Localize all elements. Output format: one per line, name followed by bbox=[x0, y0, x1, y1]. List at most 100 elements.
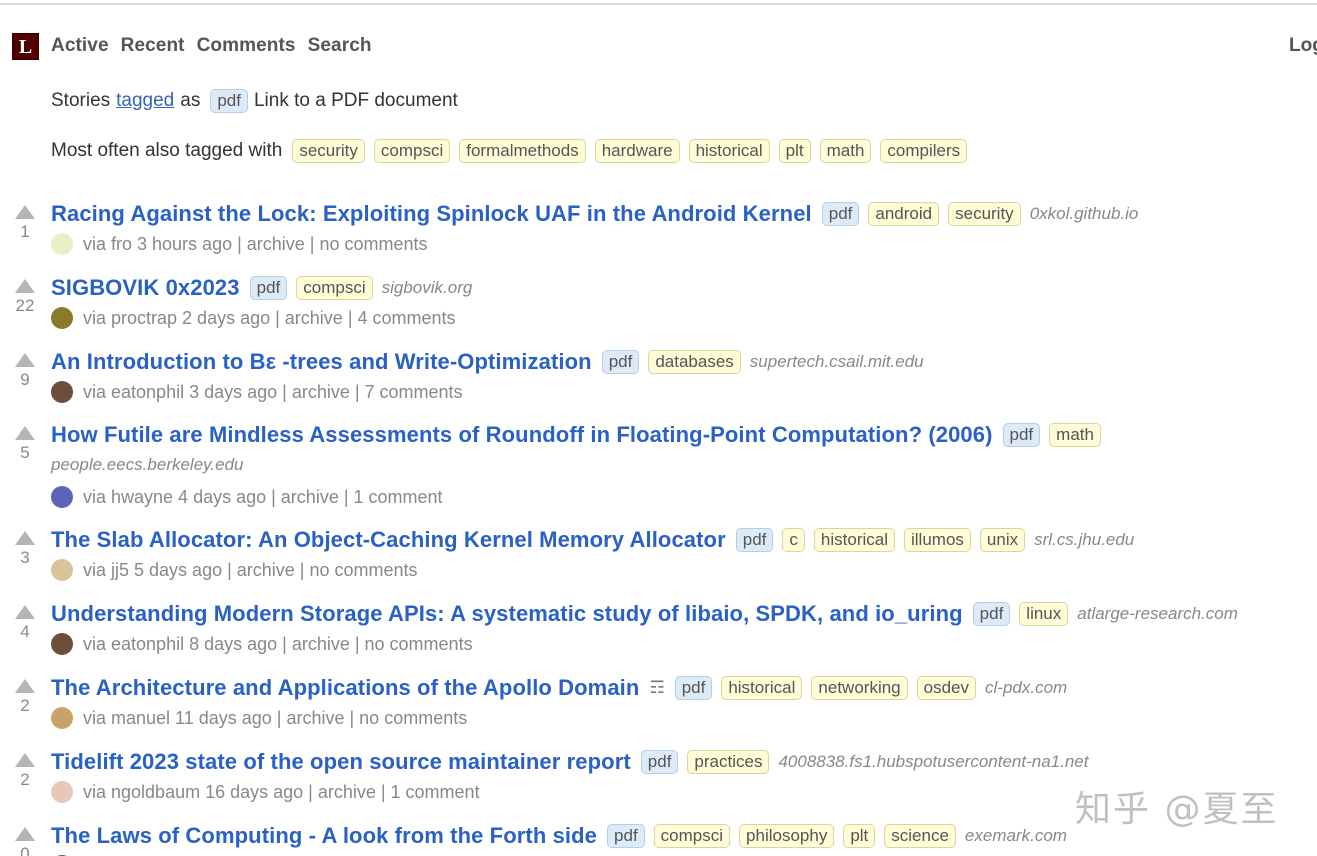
tag-android[interactable]: android bbox=[868, 202, 940, 226]
story-domain[interactable]: exemark.com bbox=[965, 826, 1067, 846]
story-title-line: Racing Against the Lock: Exploiting Spin… bbox=[51, 201, 1138, 227]
story-byline: via manuel 11 days ago | archive | no co… bbox=[51, 707, 467, 729]
tag-compsci[interactable]: compsci bbox=[296, 276, 373, 300]
user-avatar[interactable] bbox=[51, 633, 73, 655]
upvote-arrow-icon[interactable] bbox=[15, 426, 35, 440]
story-byline: via hwayne 4 days ago | archive | 1 comm… bbox=[51, 486, 443, 508]
story-byline: via eatonphil 8 days ago | archive | no … bbox=[51, 633, 473, 655]
tag-historical[interactable]: historical bbox=[688, 139, 770, 163]
byline-text: via eatonphil 8 days ago | archive | no … bbox=[83, 633, 473, 654]
tag-hardware[interactable]: hardware bbox=[594, 139, 680, 163]
tag-security[interactable]: security bbox=[948, 202, 1021, 226]
site-logo[interactable]: L bbox=[12, 33, 39, 60]
tagged-link[interactable]: tagged bbox=[116, 90, 174, 112]
story-domain[interactable]: 0xkol.github.io bbox=[1030, 204, 1139, 224]
story-domain[interactable]: srl.cs.jhu.edu bbox=[1034, 530, 1134, 550]
byline-text: via manuel 11 days ago | archive | no co… bbox=[83, 707, 468, 728]
tag-historical[interactable]: historical bbox=[721, 676, 803, 700]
tag-pdf[interactable]: pdf bbox=[972, 602, 1011, 626]
tag-networking[interactable]: networking bbox=[811, 676, 908, 700]
byline-text: via ngoldbaum 16 days ago | archive | 1 … bbox=[83, 781, 480, 802]
story-domain[interactable]: sigbovik.org bbox=[382, 278, 473, 298]
story-title-link[interactable]: Understanding Modern Storage APIs: A sys… bbox=[51, 601, 963, 627]
story-title-link[interactable]: Tidelift 2023 state of the open source m… bbox=[51, 749, 631, 775]
watermark: 知乎 @夏至 bbox=[1075, 789, 1279, 830]
tag-linux[interactable]: linux bbox=[1019, 602, 1069, 626]
user-avatar[interactable] bbox=[51, 307, 73, 329]
tag-compsci[interactable]: compsci bbox=[373, 139, 451, 163]
tag-pdf[interactable]: pdf bbox=[1002, 423, 1041, 447]
tag-formalmethods[interactable]: formalmethods bbox=[459, 139, 586, 163]
byline-text: via proctrap 2 days ago | archive | 4 co… bbox=[83, 307, 456, 328]
tag-compilers[interactable]: compilers bbox=[880, 139, 968, 163]
user-avatar[interactable] bbox=[51, 233, 73, 255]
related-tags: Most often also tagged with security comp… bbox=[51, 139, 976, 163]
tag-security[interactable]: security bbox=[292, 139, 365, 163]
story-title-link[interactable]: Racing Against the Lock: Exploiting Spin… bbox=[51, 201, 812, 227]
tag-historical[interactable]: historical bbox=[813, 528, 895, 552]
tag-pdf[interactable]: pdf bbox=[640, 750, 679, 774]
vote-area: 1 bbox=[14, 201, 36, 242]
tag-osdev[interactable]: osdev bbox=[916, 676, 977, 700]
tag-practices[interactable]: practices bbox=[687, 750, 770, 774]
tag-description: Stories tagged as pdf Link to a PDF docu… bbox=[51, 89, 458, 113]
upvote-arrow-icon[interactable] bbox=[15, 679, 35, 693]
tag-compsci[interactable]: compsci bbox=[653, 824, 731, 848]
story-domain[interactable]: cl-pdx.com bbox=[985, 678, 1067, 698]
story-byline: via fro 3 hours ago | archive | no comme… bbox=[51, 233, 428, 255]
user-avatar[interactable] bbox=[51, 559, 73, 581]
user-avatar[interactable] bbox=[51, 381, 73, 403]
nav-comments[interactable]: Comments bbox=[197, 35, 296, 57]
related-tag-list: security compsci formalmethods hardware hist… bbox=[292, 139, 976, 163]
nav-recent[interactable]: Recent bbox=[121, 35, 185, 57]
current-tag[interactable]: pdf bbox=[210, 89, 248, 113]
story-title-link[interactable]: The Laws of Computing - A look from the … bbox=[51, 823, 597, 849]
story-domain[interactable]: 4008838.fs1.hubspotusercontent-na1.net bbox=[778, 752, 1088, 772]
upvote-arrow-icon[interactable] bbox=[15, 205, 35, 219]
login-link[interactable]: Login bbox=[1289, 35, 1317, 57]
tag-pdf[interactable]: pdf bbox=[735, 528, 774, 552]
tag-math[interactable]: math bbox=[819, 139, 872, 163]
tag-philosophy[interactable]: philosophy bbox=[739, 824, 835, 848]
upvote-arrow-icon[interactable] bbox=[15, 353, 35, 367]
intro-as: as bbox=[180, 90, 201, 111]
story-domain[interactable]: supertech.csail.mit.edu bbox=[750, 352, 924, 372]
nav-active[interactable]: Active bbox=[51, 35, 109, 57]
tag-c[interactable]: c bbox=[782, 528, 805, 552]
story-title-link[interactable]: An Introduction to Bε -trees and Write-O… bbox=[51, 349, 592, 375]
tag-pdf[interactable]: pdf bbox=[821, 202, 860, 226]
story-score: 9 bbox=[20, 370, 30, 389]
upvote-arrow-icon[interactable] bbox=[15, 753, 35, 767]
vote-area: 9 bbox=[14, 349, 36, 390]
upvote-arrow-icon[interactable] bbox=[15, 827, 35, 841]
tag-pdf[interactable]: pdf bbox=[249, 276, 288, 300]
story-byline: via jj5 5 days ago | archive | no commen… bbox=[51, 559, 418, 581]
tag-plt[interactable]: plt bbox=[778, 139, 811, 163]
tag-pdf[interactable]: pdf bbox=[601, 350, 640, 374]
nav-search[interactable]: Search bbox=[308, 35, 372, 57]
user-avatar[interactable] bbox=[51, 707, 73, 729]
user-avatar[interactable] bbox=[51, 781, 73, 803]
tag-illumos[interactable]: illumos bbox=[904, 528, 971, 552]
tag-pdf[interactable]: pdf bbox=[674, 676, 713, 700]
tag-unix[interactable]: unix bbox=[979, 528, 1026, 552]
story-title-link[interactable]: The Slab Allocator: An Object-Caching Ke… bbox=[51, 527, 726, 553]
story-title-link[interactable]: SIGBOVIK 0x2023 bbox=[51, 275, 240, 301]
upvote-arrow-icon[interactable] bbox=[15, 531, 35, 545]
upvote-arrow-icon[interactable] bbox=[15, 279, 35, 293]
vote-area: 2 bbox=[14, 675, 36, 716]
tag-plt[interactable]: plt bbox=[843, 824, 876, 848]
story-score: 2 bbox=[20, 770, 30, 789]
story-byline: via proctrap 2 days ago | archive | 4 co… bbox=[51, 307, 456, 329]
story-domain[interactable]: people.eecs.berkeley.edu bbox=[51, 455, 244, 475]
tag-science[interactable]: science bbox=[884, 824, 956, 848]
user-avatar[interactable] bbox=[51, 486, 73, 508]
story-title-link[interactable]: The Architecture and Applications of the… bbox=[51, 675, 639, 701]
tag-pdf[interactable]: pdf bbox=[607, 824, 645, 848]
tag-math[interactable]: math bbox=[1049, 423, 1101, 447]
story-title-link[interactable]: How Futile are Mindless Assessments of R… bbox=[51, 422, 993, 448]
upvote-arrow-icon[interactable] bbox=[15, 605, 35, 619]
tag-databases[interactable]: databases bbox=[648, 350, 741, 374]
vote-area: 4 bbox=[14, 601, 36, 642]
story-domain[interactable]: atlarge-research.com bbox=[1077, 604, 1238, 624]
